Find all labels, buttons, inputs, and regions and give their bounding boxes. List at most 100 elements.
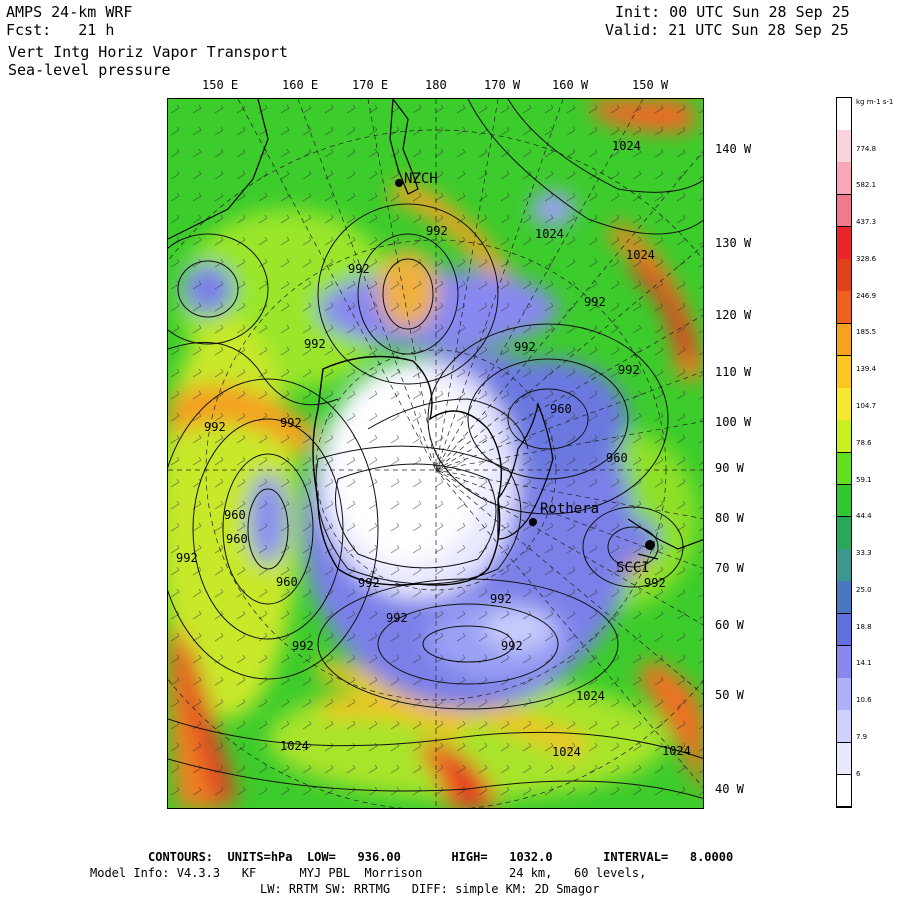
colorbar-swatch: [837, 388, 851, 421]
colorbar-tick-label: 14.1: [856, 659, 872, 668]
contour-label: 992: [280, 416, 302, 430]
colorbar-tick-label: 104.7: [856, 402, 877, 410]
colorbar-tick-label: 10.6: [856, 696, 872, 705]
colorbar-swatch: [837, 742, 851, 776]
colorbar-tick-label: 139.4: [856, 365, 877, 374]
colorbar-swatch: [837, 774, 851, 808]
side-label: 80 W: [715, 511, 744, 525]
colorbar-tick-label: 44.4: [856, 512, 872, 521]
contour-label: 992: [204, 420, 226, 434]
lon-label: 180: [425, 78, 447, 92]
contour-info: CONTOURS: UNITS=hPa LOW= 936.00 HIGH= 10…: [148, 850, 734, 864]
colorbar-swatch: [837, 259, 851, 292]
side-label: 140 W: [715, 142, 752, 156]
station-label: NZCH: [404, 171, 438, 187]
colorbar-swatch: [837, 291, 851, 325]
contour-label: 992: [490, 592, 512, 606]
contour-label: 1024: [576, 689, 605, 703]
valid-time: Valid: 21 UTC Sun 28 Sep 25: [605, 21, 849, 39]
contour-label: 992: [348, 262, 370, 276]
colorbar-tick-label: 328.6: [856, 254, 877, 263]
side-label: 120 W: [715, 308, 752, 322]
colorbar-tick-label: 774.8: [856, 144, 877, 153]
colorbar-swatch: [837, 484, 851, 518]
colorbar-swatch: [837, 226, 851, 260]
station-marker: [395, 179, 403, 187]
station-marker: [529, 518, 537, 526]
init-time: Init: 00 UTC Sun 28 Sep 25: [615, 3, 850, 21]
contour-label: 992: [644, 576, 666, 590]
colorbar-swatch: [837, 98, 851, 131]
contour-label: 992: [514, 340, 536, 354]
contour-label: 1024: [612, 139, 641, 153]
contour-label: 992: [618, 363, 640, 377]
colorbar-swatch: [837, 710, 851, 744]
side-label: 50 W: [715, 688, 744, 702]
contour-label: 992: [358, 576, 380, 590]
colorbar-swatch: [837, 162, 851, 196]
forecast-hour: Fcst: 21 h: [6, 21, 115, 39]
lon-label: 150 W: [632, 78, 669, 92]
contour-label: 992: [304, 337, 326, 351]
lon-label: 150 E: [202, 78, 239, 92]
contour-label: 1024: [552, 745, 581, 759]
colorbar-swatch: [837, 678, 851, 711]
forecast-map: NZCH Rothera SCCI 1024 1024 1024 992 992…: [167, 98, 704, 809]
field-name: Vert Intg Horiz Vapor Transport: [8, 43, 288, 61]
colorbar-swatch: [837, 452, 851, 486]
lon-label: 170 W: [484, 78, 521, 92]
colorbar-tick-label: 582.1: [856, 181, 877, 190]
station-marker: [645, 540, 655, 550]
colorbar-tick-label: 78.6: [856, 438, 872, 447]
contour-label: 1024: [662, 744, 691, 758]
colorbar-tick-label: 6: [856, 769, 861, 778]
colorbar-tick-label: 59.1: [856, 475, 872, 484]
colorbar: [836, 97, 852, 808]
colorbar-swatch: [837, 613, 851, 647]
lon-label: 160 E: [282, 78, 319, 92]
colorbar-tick-label: 33.3: [856, 549, 872, 558]
contour-label: 992: [501, 639, 523, 653]
colorbar-swatch: [837, 581, 851, 615]
side-label: 110 W: [715, 365, 752, 379]
colorbar-tick-label: 185.5: [856, 328, 877, 337]
colorbar-swatch: [837, 516, 851, 550]
physics-info: LW: RRTM SW: RRTMG DIFF: simple KM: 2D S…: [260, 882, 600, 896]
contour-label: 960: [224, 508, 246, 522]
model-title: AMPS 24-km WRF: [6, 3, 133, 21]
contour-label: 1024: [535, 227, 564, 241]
station-label: SCCI: [616, 560, 650, 576]
contour-label: 960: [226, 532, 248, 546]
field-contours: Sea-level pressure: [8, 61, 171, 79]
side-label: 70 W: [715, 561, 744, 575]
side-label: 60 W: [715, 618, 744, 632]
side-label: 100 W: [715, 415, 752, 429]
colorbar-swatch: [837, 323, 851, 357]
colorbar-swatch: [837, 194, 851, 228]
contour-label: 1024: [280, 739, 309, 753]
side-label: 40 W: [715, 782, 744, 796]
contour-label: 992: [584, 295, 606, 309]
colorbar-units: kg m-1 s-1: [856, 98, 894, 106]
contour-label: 992: [176, 551, 198, 565]
colorbar-tick-label: 18.8: [856, 622, 872, 631]
colorbar-swatch: [837, 549, 851, 582]
colorbar-tick-label: 25.0: [856, 585, 872, 594]
side-label: 130 W: [715, 236, 752, 250]
contour-label: 960: [276, 575, 298, 589]
colorbar-swatch: [837, 355, 851, 389]
contour-label: 1024: [626, 248, 655, 262]
contour-label: 960: [550, 402, 572, 416]
colorbar-swatch: [837, 645, 851, 679]
contour-label: 960: [606, 451, 628, 465]
colorbar-tick-label: 437.3: [856, 218, 877, 227]
side-label: 90 W: [715, 461, 744, 475]
colorbar-swatch: [837, 420, 851, 453]
contour-label: 992: [292, 639, 314, 653]
colorbar-tick-label: 246.9: [856, 291, 877, 300]
lon-label: 170 E: [352, 78, 389, 92]
lon-label: 160 W: [552, 78, 589, 92]
contour-label: 992: [426, 224, 448, 238]
station-label: Rothera: [540, 501, 600, 517]
colorbar-swatch: [837, 130, 851, 163]
